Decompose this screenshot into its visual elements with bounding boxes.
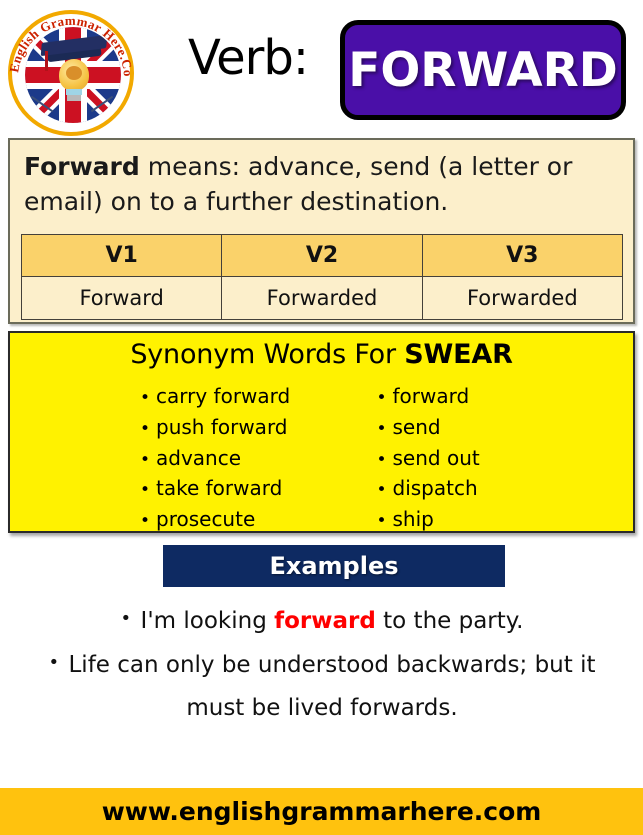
synonyms-title-prefix: Synonym Words For (130, 339, 405, 370)
bullet-icon: • (376, 418, 387, 439)
part-of-speech-label: Verb: (188, 30, 309, 86)
bullet-icon: • (48, 651, 60, 673)
synonyms-left-column: • carry forward • push forward • advance… (10, 381, 322, 535)
synonym-label: forward (392, 384, 470, 408)
table-row: Forward Forwarded Forwarded (20, 276, 624, 320)
list-item: • send out (377, 443, 634, 474)
synonym-label: prosecute (156, 507, 256, 532)
definition-term: Forward (24, 152, 140, 181)
example-text-before: must be lived (186, 695, 351, 722)
footer-url: www.englishgrammarhere.com (101, 797, 542, 826)
table-cell-v2: Forwarded (221, 276, 423, 320)
bullet-icon: • (120, 608, 132, 629)
synonyms-title: Synonym Words For SWEAR (10, 339, 633, 370)
table-header-v1: V1 (20, 234, 223, 277)
list-item: • forward (377, 381, 634, 412)
bullet-icon: • (376, 449, 387, 470)
example-text-before: I'm looking (140, 608, 275, 634)
list-item: • I'm looking forward to the party. (22, 600, 622, 644)
list-item: • take forward (140, 473, 322, 504)
table-header-v2: V2 (221, 234, 423, 277)
bullet-icon: • (376, 480, 387, 501)
logo-circular-text: English Grammar Here.Com (8, 10, 134, 77)
synonyms-box: Synonym Words For SWEAR • carry forward … (8, 331, 635, 533)
example-highlight: forwards (350, 695, 451, 722)
definition-text: Forward means: advance, send (a letter o… (24, 150, 614, 219)
bullet-icon: • (140, 388, 151, 408)
examples-list: • I'm looking forward to the party. • Li… (22, 600, 622, 731)
bullet-icon: • (140, 418, 151, 439)
definition-box: Forward means: advance, send (a letter o… (8, 138, 635, 324)
site-logo: English Grammar Here.Com (8, 10, 138, 140)
table-cell-v3: Forwarded (421, 276, 624, 320)
example-text-after: to the party. (375, 608, 524, 634)
logo-text-path: English Grammar Here.Com (8, 10, 134, 77)
synonym-label: advance (156, 445, 242, 470)
example-sentence: Life can only be understood backwards; b… (68, 651, 596, 678)
list-item: • advance (140, 443, 322, 474)
synonym-label: dispatch (392, 476, 478, 501)
synonym-label: push forward (156, 414, 288, 439)
examples-banner: Examples (163, 545, 505, 587)
synonym-label: send out (392, 445, 480, 470)
bullet-icon: • (376, 511, 387, 532)
example-sentence: I'm looking forward to the party. (141, 600, 524, 644)
headword-text: FORWARD (348, 42, 618, 98)
list-item: • push forward (140, 412, 322, 443)
examples-banner-label: Examples (269, 552, 399, 580)
synonyms-right-column: • forward • send • send out • dispatch •… (322, 381, 634, 535)
bullet-icon: • (376, 388, 387, 408)
table-header-v3: V3 (421, 234, 624, 277)
synonyms-columns: • carry forward • push forward • advance… (10, 381, 633, 535)
synonym-label: carry forward (156, 384, 291, 408)
logo-text-content: English Grammar Here.Com (8, 10, 134, 77)
synonym-label: send (392, 414, 441, 439)
example-text-after: . (450, 695, 458, 722)
header: English Grammar Here.Com Verb: FORWARD (0, 0, 643, 140)
list-item: • carry forward (140, 381, 322, 412)
list-item: • Life can only be understood backwards;… (22, 644, 622, 688)
verb-forms-table: V1 V2 V3 Forward Forwarded Forwarded (20, 234, 624, 320)
list-item: • ship (377, 504, 634, 535)
table-cell-v1: Forward (20, 276, 223, 320)
headword-badge: FORWARD (340, 20, 626, 120)
example-sentence-continued: must be lived forwards. (22, 687, 622, 731)
synonym-label: ship (392, 507, 434, 532)
footer-bar: www.englishgrammarhere.com (0, 788, 643, 835)
bullet-icon: • (140, 449, 151, 470)
synonym-label: take forward (156, 476, 283, 501)
list-item: • send (377, 412, 634, 443)
table-header-row: V1 V2 V3 (20, 234, 624, 277)
list-item: • prosecute (140, 504, 322, 535)
bullet-icon: • (140, 480, 151, 501)
list-item: • dispatch (377, 473, 634, 504)
example-highlight: forward (274, 608, 376, 634)
definition-connector: means: (139, 152, 249, 181)
synonyms-title-word: SWEAR (404, 339, 513, 370)
bullet-icon: • (140, 511, 151, 532)
